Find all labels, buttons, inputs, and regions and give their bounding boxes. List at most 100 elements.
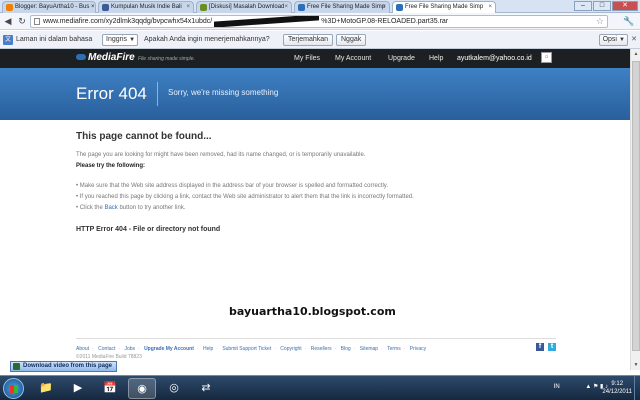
- start-button[interactable]: [3, 378, 24, 399]
- browser-tab-bar: Blogger: BayuArtha10 - Bus × Kumpulan Mu…: [0, 0, 640, 13]
- tab-mediafire-active[interactable]: Free File Sharing Made Simp ×: [392, 1, 496, 13]
- reload-button[interactable]: ↻: [16, 15, 28, 27]
- user-email[interactable]: ayutkalem@yahoo.co.id: [457, 55, 532, 62]
- windows-taskbar: 📁 ▶ 📅 ◉ ◎ ⇄ IN ▲ ⚑ ▮ ♪ 9:12 24/12/2011: [0, 375, 640, 400]
- error-subtitle: Sorry, we're missing something: [168, 88, 279, 97]
- footer-link-terms[interactable]: Terms: [387, 346, 401, 352]
- error-banner: Error 404 Sorry, we're missing something: [0, 68, 630, 120]
- maximize-button[interactable]: □: [593, 1, 611, 11]
- taskbar-explorer-icon[interactable]: 📁: [32, 378, 60, 399]
- footer-link-upgrade[interactable]: Upgrade My Account: [144, 346, 194, 352]
- windows-logo-icon: [10, 385, 18, 393]
- wrench-menu-icon[interactable]: 🔧: [622, 15, 636, 27]
- address-bar-row: ◀ ↻ www.mediafire.com/xy2dlmk3qqdg/bvpcw…: [0, 13, 640, 30]
- scrollbar-thumb[interactable]: [632, 61, 640, 351]
- tab-blogger[interactable]: Blogger: BayuArtha10 - Bus ×: [2, 1, 96, 13]
- nav-my-account[interactable]: My Account: [335, 55, 371, 62]
- tab-label: Blogger: BayuArtha10 - Bus ×: [15, 4, 95, 10]
- facebook-icon[interactable]: f: [536, 343, 544, 351]
- taskbar-network-icon[interactable]: ⇄: [192, 378, 220, 399]
- system-tray: IN ▲ ⚑ ▮ ♪: [554, 383, 608, 390]
- back-link[interactable]: Back: [104, 205, 117, 211]
- language-select[interactable]: Inggris ▼: [102, 34, 139, 46]
- tab-close-icon[interactable]: ×: [284, 2, 288, 13]
- download-video-button[interactable]: Download video from this page: [10, 361, 118, 372]
- translate-question-text: Apakah Anda ingin menerjemahkannya?: [144, 36, 270, 43]
- minimize-button[interactable]: –: [574, 1, 592, 11]
- try-label: Please try the following:: [76, 163, 146, 169]
- copyright-text: ©2011 MediaFire Build 78823: [76, 354, 142, 360]
- taskbar-chrome-icon[interactable]: ◉: [128, 378, 156, 399]
- no-translate-button[interactable]: Nggak: [336, 34, 367, 46]
- window-close-button[interactable]: ✕: [612, 1, 638, 11]
- tip-link: • If you reached this page by clicking a…: [76, 194, 414, 200]
- site-header: MediaFire File sharing made simple. My F…: [0, 49, 630, 68]
- download-icon: [13, 363, 20, 370]
- footer-link-resellers[interactable]: Resellers: [311, 346, 332, 352]
- mediafire-icon: [298, 4, 305, 11]
- footer-link-contact[interactable]: Contact: [98, 346, 115, 352]
- tab-close-icon[interactable]: ×: [186, 2, 190, 13]
- clock-time: 9:12: [611, 381, 624, 387]
- tab-mediafire-1[interactable]: Free File Sharing Made Simp ×: [294, 1, 390, 13]
- translate-close-icon[interactable]: ✕: [631, 35, 637, 43]
- translate-options-button[interactable]: Opsi ▼: [598, 34, 628, 46]
- scroll-down-icon[interactable]: ▼: [631, 360, 640, 370]
- tab-close-icon[interactable]: ×: [382, 2, 386, 13]
- footer-link-about[interactable]: About: [76, 346, 89, 352]
- taskbar-media-icon[interactable]: ▶: [64, 378, 92, 399]
- url-input[interactable]: www.mediafire.com/xy2dlmk3qqdg/bvpcwhx54…: [30, 15, 608, 28]
- language-select-value: Inggris: [106, 36, 128, 43]
- url-text-end: %3D+MotoGP.08-RELOADED.part35.rar: [321, 18, 449, 25]
- clock-date: 24/12/2011: [602, 389, 632, 395]
- tab-label: [Diskusi] Masalah Download: [209, 4, 285, 10]
- url-text-start: www.mediafire.com/xy2dlmk3qqdg/bvpcwhx54…: [43, 18, 213, 25]
- system-clock[interactable]: 9:12 24/12/2011: [602, 380, 632, 396]
- tab-label: Free File Sharing Made Simp: [307, 4, 386, 10]
- redaction-scribble: [214, 16, 320, 27]
- footer-link-blog[interactable]: Blog: [341, 346, 351, 352]
- page-heading: This page cannot be found...: [76, 131, 212, 142]
- taskbar-firefox-icon[interactable]: ◎: [160, 378, 188, 399]
- main-content: This page cannot be found... The page yo…: [0, 120, 630, 370]
- tab-close-icon[interactable]: ×: [488, 2, 492, 13]
- blog-watermark: bayuartha10.blogspot.com: [229, 305, 396, 318]
- tip-back: • Click the Back button to try another l…: [76, 205, 186, 211]
- footer-link-support[interactable]: Submit Support Ticket: [222, 346, 271, 352]
- nav-help[interactable]: Help: [429, 55, 443, 62]
- page-icon: [34, 18, 40, 25]
- avatar[interactable]: ⌂: [541, 52, 552, 63]
- nav-upgrade[interactable]: Upgrade: [388, 55, 415, 62]
- tab-label: Kumpulan Musik Indie Bali: [111, 4, 182, 10]
- footer-link-help[interactable]: Help: [203, 346, 213, 352]
- translate-prompt-text: Laman ini dalam bahasa: [16, 36, 93, 43]
- chevron-down-icon: ▼: [129, 37, 136, 43]
- mediafire-logo[interactable]: MediaFire: [76, 52, 135, 63]
- footer-link-sitemap[interactable]: Sitemap: [360, 346, 378, 352]
- show-desktop-button[interactable]: [634, 376, 640, 400]
- tip-address: • Make sure that the Web site address di…: [76, 183, 389, 189]
- chevron-down-icon: ▼: [619, 37, 625, 43]
- bookmark-star-icon[interactable]: ☆: [596, 16, 604, 27]
- forum-icon: [200, 4, 207, 11]
- options-label: Opsi: [602, 36, 617, 43]
- footer-divider: [76, 338, 556, 339]
- footer-link-copyright[interactable]: Copyright: [280, 346, 301, 352]
- taskbar-calendar-icon[interactable]: 📅: [96, 378, 124, 399]
- footer-link-jobs[interactable]: Jobs: [124, 346, 135, 352]
- twitter-icon[interactable]: t: [548, 343, 556, 351]
- site-icon: [102, 4, 109, 11]
- page-scrollbar[interactable]: ▲ ▼: [630, 49, 640, 370]
- input-language[interactable]: IN: [554, 384, 560, 390]
- error-intro: The page you are looking for might have …: [76, 152, 366, 158]
- translate-icon: 文: [3, 35, 13, 45]
- back-button[interactable]: ◀: [2, 15, 14, 27]
- translate-button[interactable]: Terjemahkan: [283, 34, 334, 46]
- translate-bar: 文 Laman ini dalam bahasa Inggris ▼ Apaka…: [0, 31, 640, 49]
- banner-divider: [157, 82, 158, 106]
- footer-link-privacy[interactable]: Privacy: [410, 346, 426, 352]
- nav-my-files[interactable]: My Files: [294, 55, 320, 62]
- tab-diskusi[interactable]: [Diskusi] Masalah Download ×: [196, 1, 292, 13]
- tab-musik-indie[interactable]: Kumpulan Musik Indie Bali ×: [98, 1, 194, 13]
- scroll-up-icon[interactable]: ▲: [631, 49, 640, 59]
